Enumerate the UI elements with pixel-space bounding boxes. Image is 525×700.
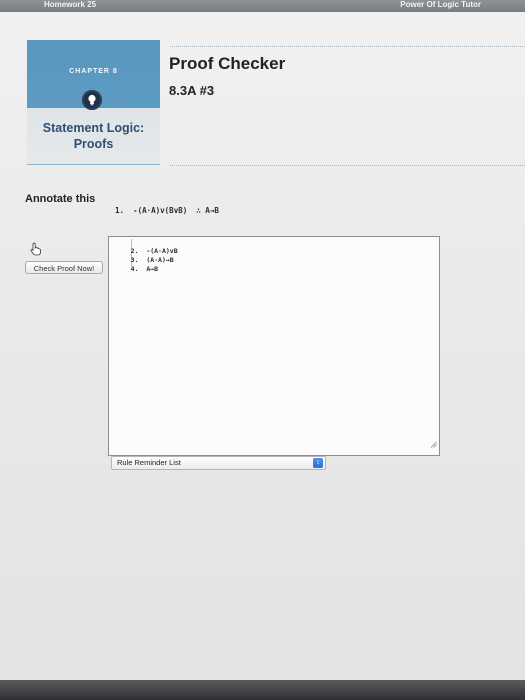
lightbulb-icon <box>82 90 102 110</box>
annotate-heading: Annotate this <box>25 193 96 205</box>
pointer-hand-icon <box>29 242 43 261</box>
check-proof-button[interactable]: Check Proof Now! <box>25 261 103 274</box>
select-arrows-icon[interactable]: ↕ <box>313 458 323 468</box>
chapter-title: Statement Logic: Proofs <box>27 120 160 152</box>
header-divider-bottom <box>170 165 525 166</box>
proof-editor[interactable]: 2. -(A·A)vB 3. (A·A)→B 4. A→B <box>108 236 440 456</box>
app-name-label: Power Of Logic Tutor <box>400 0 481 9</box>
proof-line-text: A→B <box>146 265 159 273</box>
chapter-panel: CHAPTER 8 Statement Logic: Proofs <box>27 40 160 165</box>
homework-tab-label[interactable]: Homework 25 <box>44 0 96 10</box>
resize-grip-icon[interactable] <box>430 435 437 453</box>
exercise-number: 8.3A #3 <box>169 83 215 98</box>
bottom-bezel <box>0 680 525 700</box>
rule-reminder-select[interactable]: Rule Reminder List ↕ <box>111 456 326 470</box>
chapter-label: CHAPTER 8 <box>69 68 118 75</box>
rule-reminder-label: Rule Reminder List <box>117 458 181 467</box>
chapter-title-line1: Statement Logic: <box>42 121 145 135</box>
chapter-title-line2: Proofs <box>73 137 114 151</box>
header-divider-top <box>170 46 525 47</box>
proof-line[interactable]: 4. A→B <box>115 257 158 281</box>
browser-tab-bar: Homework 25 Power Of Logic Tutor <box>0 0 525 12</box>
page-title: Proof Checker <box>169 54 286 73</box>
given-premise: 1. -(A·A)v(BvB) ∴ A→B <box>115 206 219 215</box>
